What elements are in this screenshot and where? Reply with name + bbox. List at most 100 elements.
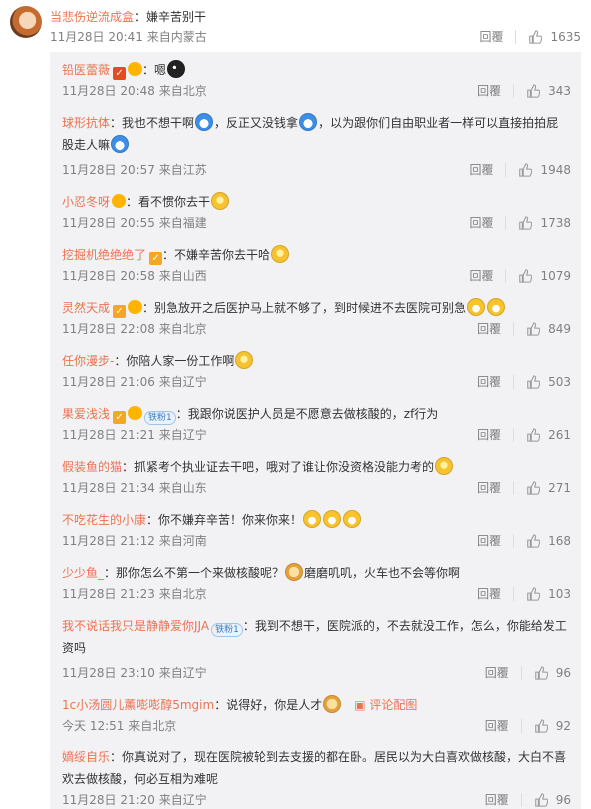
reply-actions: 回覆 1948 [469,161,571,178]
thumbs-up-icon[interactable] [526,427,548,442]
location: 来自山东 [154,481,207,495]
reply-actions: 回覆 96 [485,664,571,681]
thumbs-up-icon[interactable] [518,268,540,283]
separator: ： [114,354,127,368]
timestamp: 11月28日 21:06 [62,375,155,389]
like-count: 1738 [540,215,571,230]
reply-text: 抓紧考个执业证去干吧，哦对了谁让你没资格没能力考的 [134,460,435,474]
vip-badge-icon: ✓ [113,67,127,80]
reply-button[interactable]: 回覆 [477,426,501,443]
username-link[interactable]: 1c小汤圆儿薰嘭嘭醇5mgim [62,698,214,712]
thumbs-up-icon[interactable] [518,162,540,177]
timestamp: 11月28日 20:48 [62,84,155,98]
reply-line: 球形抗体：我也不想干啊 ，反正又没钱拿 ，以为跟你们自由职业者一样可以直接拍拍屁股走… [62,112,567,156]
location: 来自江苏 [154,163,207,177]
reply-item: 球形抗体：我也不想干啊 ，反正又没钱拿 ，以为跟你们自由职业者一样可以直接拍拍屁股走… [50,105,581,184]
like-count: 96 [555,665,571,680]
reply-line: 少少鱼_：那你怎么不第一个来做核酸呢？ 磨磨叽叽，火车也不会等你啊 [62,562,567,584]
thumbs-up-icon[interactable] [534,792,556,807]
location: 来自辽宁 [154,375,207,389]
like-count: 343 [548,83,571,98]
thumbs-up-icon[interactable] [526,533,548,548]
username-link[interactable]: 我不说话我只是静静爱你JJA [62,619,209,633]
separator: ： [104,566,117,580]
username-link[interactable]: 嫡绥自乐 [62,750,110,764]
thumbs-up-icon[interactable] [526,586,548,601]
reply-button[interactable]: 回覆 [469,214,493,231]
image-link[interactable]: 评论配图 [369,698,417,712]
thumbs-up-icon[interactable] [526,374,548,389]
thumbs-up-icon[interactable] [534,665,556,680]
reply-button[interactable]: 回覆 [469,267,493,284]
reply-actions: 回覆 849 [477,320,571,337]
reply-line: 铅医蕾薇 ✓ ：嗯 [62,59,567,81]
reply-text: 你陪人家一份工作啊 [126,354,235,368]
username-link[interactable]: 当悲伤逆流成盒 [50,10,134,24]
emoji-icon [235,351,254,369]
reply-button[interactable]: 回覆 [469,161,493,178]
reply-item: 灵然天成 ✓ ：别急放开之后医护马上就不够了，到时候进不去医院可别急 11月28日 2… [50,290,581,343]
reply-item: 不吃花生的小康：你不嫌弃辛苦！你来你来！ 11月28日 21:12 来自河南 回覆 1… [50,502,581,555]
reply-text: 你不嫌弃辛苦！你来你来！ [158,513,303,527]
reply-text: 我跟你说医护人员是不愿意去做核酸的，zf行为 [187,407,439,421]
location: 来自北京 [154,322,207,336]
reply-item: 嫡绥自乐：你真说对了，现在医院被轮到去支援的都在卧。居民以为大白喜欢做核酸，大白… [50,739,581,809]
timestamp: 11月28日 20:41 [50,30,143,44]
reply-text: 你真说对了，现在医院被轮到去支援的都在卧。居民以为大白喜欢做核酸，大白不喜欢去做… [62,750,567,786]
reply-button[interactable]: 回覆 [477,320,501,337]
reply-button[interactable]: 回覆 [485,791,509,808]
username-link[interactable]: 球形抗体 [62,116,110,130]
username-link[interactable]: 灵然天成 [62,301,110,315]
username-link[interactable]: 任你漫步- [62,354,114,368]
username-link[interactable]: 假装鱼的猫 [62,460,122,474]
divider [505,268,507,283]
reply-button[interactable]: 回覆 [477,82,501,99]
reply-meta: 11月28日 21:12 来自河南 [62,532,207,549]
fan-badge: 铁粉1 [144,411,176,425]
reply-actions: 回覆 271 [477,479,571,496]
emoji-icon [299,113,318,131]
reply-button[interactable]: 回覆 [477,532,501,549]
separator: ： [142,63,155,77]
reply-meta: 11月28日 20:55 来自福建 [62,214,207,231]
thumbs-up-icon[interactable] [526,480,548,495]
username-link[interactable]: 少少鱼_ [62,566,104,580]
thumbs-up-icon[interactable] [534,718,556,733]
location: 来自北京 [154,84,207,98]
like-count: 261 [548,427,571,442]
reply-text: 嗯 [154,63,167,77]
thumbs-up-icon[interactable] [526,83,548,98]
timestamp: 11月28日 21:23 [62,587,155,601]
username-link[interactable]: 果爱浅浅 [62,407,110,421]
reply-button[interactable]: 回覆 [479,28,503,45]
reply-button[interactable]: 回覆 [477,479,501,496]
reply-button[interactable]: 回覆 [485,664,509,681]
timestamp: 11月28日 22:08 [62,322,155,336]
thumbs-up-icon[interactable] [526,321,548,336]
image-link-icon[interactable]: ▣ [354,698,369,712]
username-link[interactable]: 挖掘机绝绝绝了 [62,248,146,262]
comment-meta: 11月28日 20:41 来自内蒙古 [50,28,207,45]
like-count: 271 [548,480,571,495]
reply-button[interactable]: 回覆 [477,373,501,390]
reply-button[interactable]: 回覆 [477,585,501,602]
username-link[interactable]: 铅医蕾薇 [62,63,110,77]
username-link[interactable]: 不吃花生的小康 [62,513,146,527]
thumbs-up-icon[interactable] [528,29,543,44]
timestamp: 11月28日 21:21 [62,428,155,442]
level-badge-icon [128,62,143,76]
level-badge-icon [128,300,143,314]
reply-button[interactable]: 回覆 [485,717,509,734]
location: 来自福建 [154,216,207,230]
username-link[interactable]: 小忍冬呀 [62,195,110,209]
location: 来自北京 [124,719,177,733]
reply-list: 铅医蕾薇 ✓ ：嗯 11月28日 20:48 来自北京 回覆 343 球形抗体：我也不想干啊… [50,52,581,809]
divider [505,162,507,177]
vip-badge-icon: ✓ [149,252,163,265]
thumbs-up-icon[interactable] [518,215,540,230]
user-avatar[interactable] [10,6,42,38]
like-count: 849 [548,321,571,336]
like-count: 92 [555,718,571,733]
reply-actions: 回覆 1738 [469,214,571,231]
fan-badge: 铁粉1 [211,623,243,637]
